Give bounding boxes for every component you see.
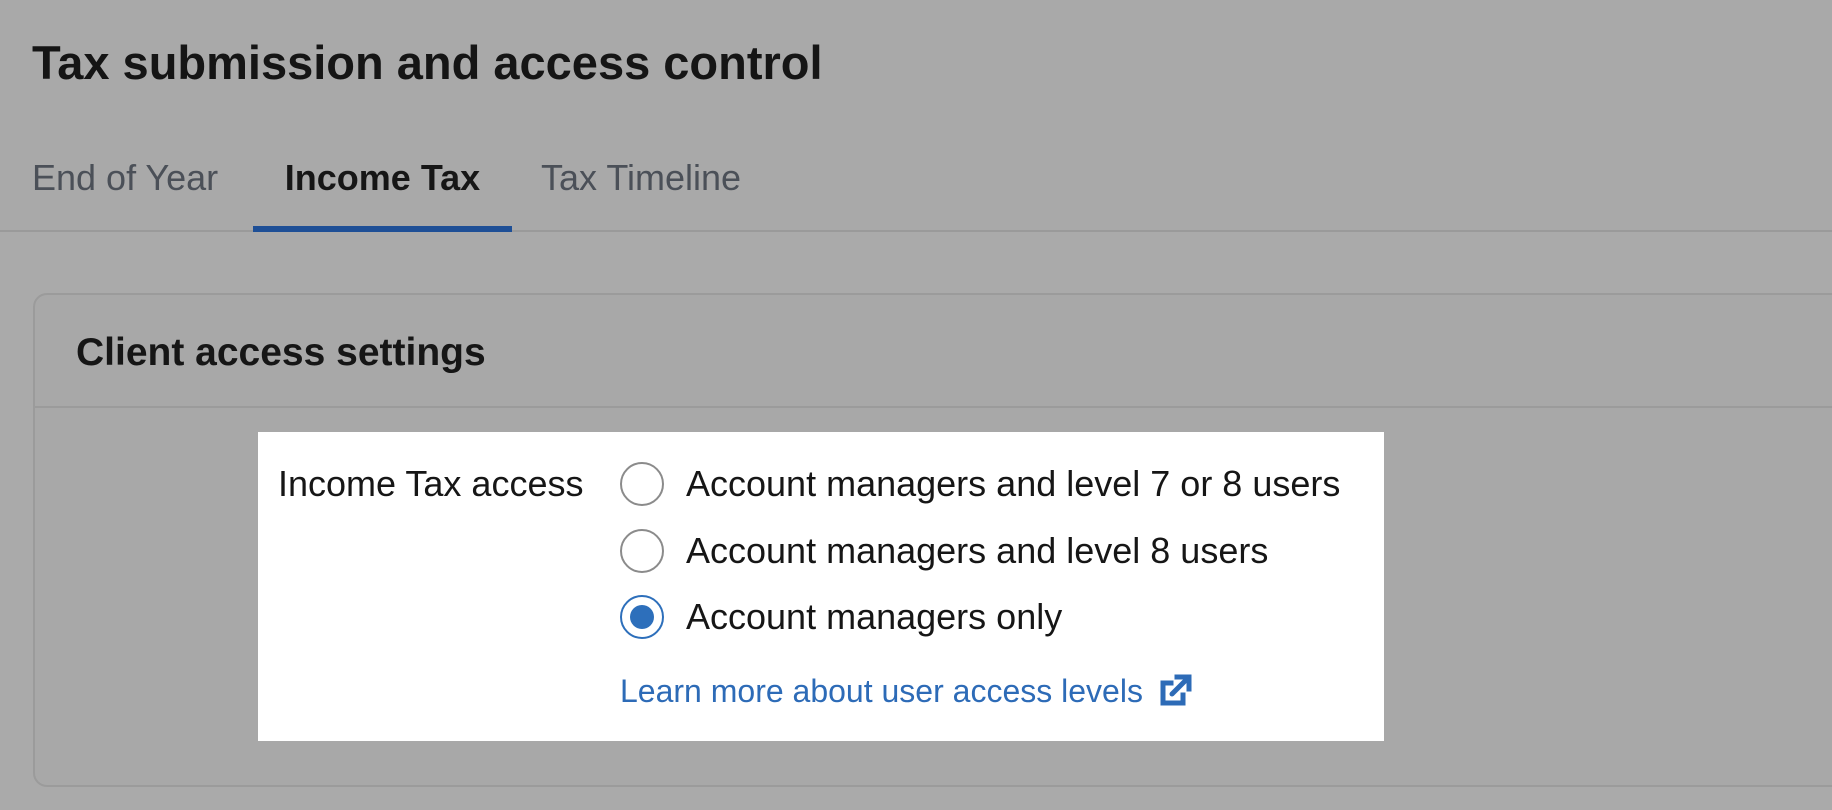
tab-label: Income Tax	[284, 157, 481, 198]
radio-unchecked[interactable]	[620, 529, 664, 573]
income-tax-access-panel: Income Tax access Account managers and l…	[258, 432, 1384, 741]
tab-tax-timeline[interactable]: Tax Timeline	[541, 150, 771, 232]
help-link-label: Learn more about user access levels	[620, 673, 1143, 709]
learn-more-access-levels-link[interactable]: Learn more about user access levels	[620, 669, 1195, 713]
external-link-icon	[1155, 671, 1195, 711]
tab-label: Tax Timeline	[541, 157, 742, 198]
access-option-level-8[interactable]: Account managers and level 8 users	[620, 528, 1268, 574]
tab-label: End of Year	[32, 157, 219, 198]
radio-checked[interactable]	[620, 595, 664, 639]
option-label: Account managers and level 7 or 8 users	[686, 463, 1341, 504]
tab-end-of-year[interactable]: End of Year	[32, 150, 230, 232]
card-title: Client access settings	[76, 331, 486, 374]
access-option-account-managers-only[interactable]: Account managers only	[620, 594, 1062, 640]
page-header: Tax submission and access control End of…	[0, 0, 1832, 232]
income-tax-access-label: Income Tax access	[278, 463, 584, 504]
page-title: Tax submission and access control	[32, 36, 823, 89]
tab-income-tax[interactable]: Income Tax	[253, 150, 512, 232]
card-divider	[35, 406, 1832, 408]
access-option-level-7-or-8[interactable]: Account managers and level 7 or 8 users	[620, 461, 1340, 507]
radio-unchecked[interactable]	[620, 462, 664, 506]
radio-dot	[630, 605, 654, 629]
option-label: Account managers and level 8 users	[686, 530, 1269, 571]
option-label: Account managers only	[686, 596, 1063, 637]
